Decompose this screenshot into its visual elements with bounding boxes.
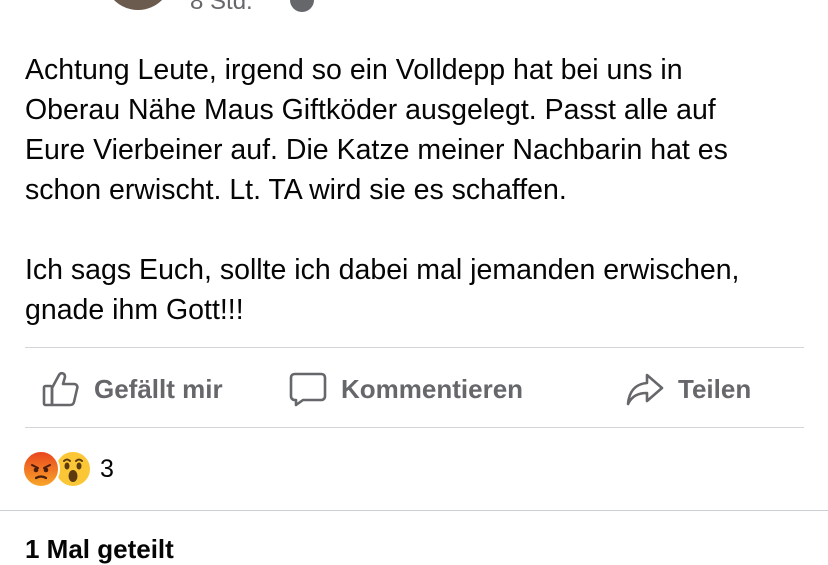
thumbs-up-icon xyxy=(42,371,79,407)
divider xyxy=(0,510,828,511)
comment-label: Kommentieren xyxy=(341,373,524,404)
share-button[interactable]: Teilen xyxy=(626,360,751,418)
divider xyxy=(25,427,804,428)
reaction-summary[interactable]: 3 xyxy=(22,450,114,488)
comment-button[interactable]: Kommentieren xyxy=(289,360,523,418)
share-label: Teilen xyxy=(678,373,752,404)
share-count[interactable]: 1 Mal geteilt xyxy=(25,534,174,565)
like-label: Gefällt mir xyxy=(94,373,223,404)
angry-reaction-icon xyxy=(22,450,60,488)
share-arrow-icon xyxy=(626,373,664,406)
author-avatar[interactable] xyxy=(104,0,172,10)
post-text: Achtung Leute, irgend so ein Volldepp ha… xyxy=(25,54,740,326)
reaction-count: 3 xyxy=(100,454,114,483)
globe-icon xyxy=(290,0,314,12)
like-button[interactable]: Gefällt mir xyxy=(42,360,223,418)
comment-bubble-icon xyxy=(289,372,327,407)
post-timestamp[interactable]: 8 Std. xyxy=(190,0,253,16)
divider xyxy=(25,347,804,348)
